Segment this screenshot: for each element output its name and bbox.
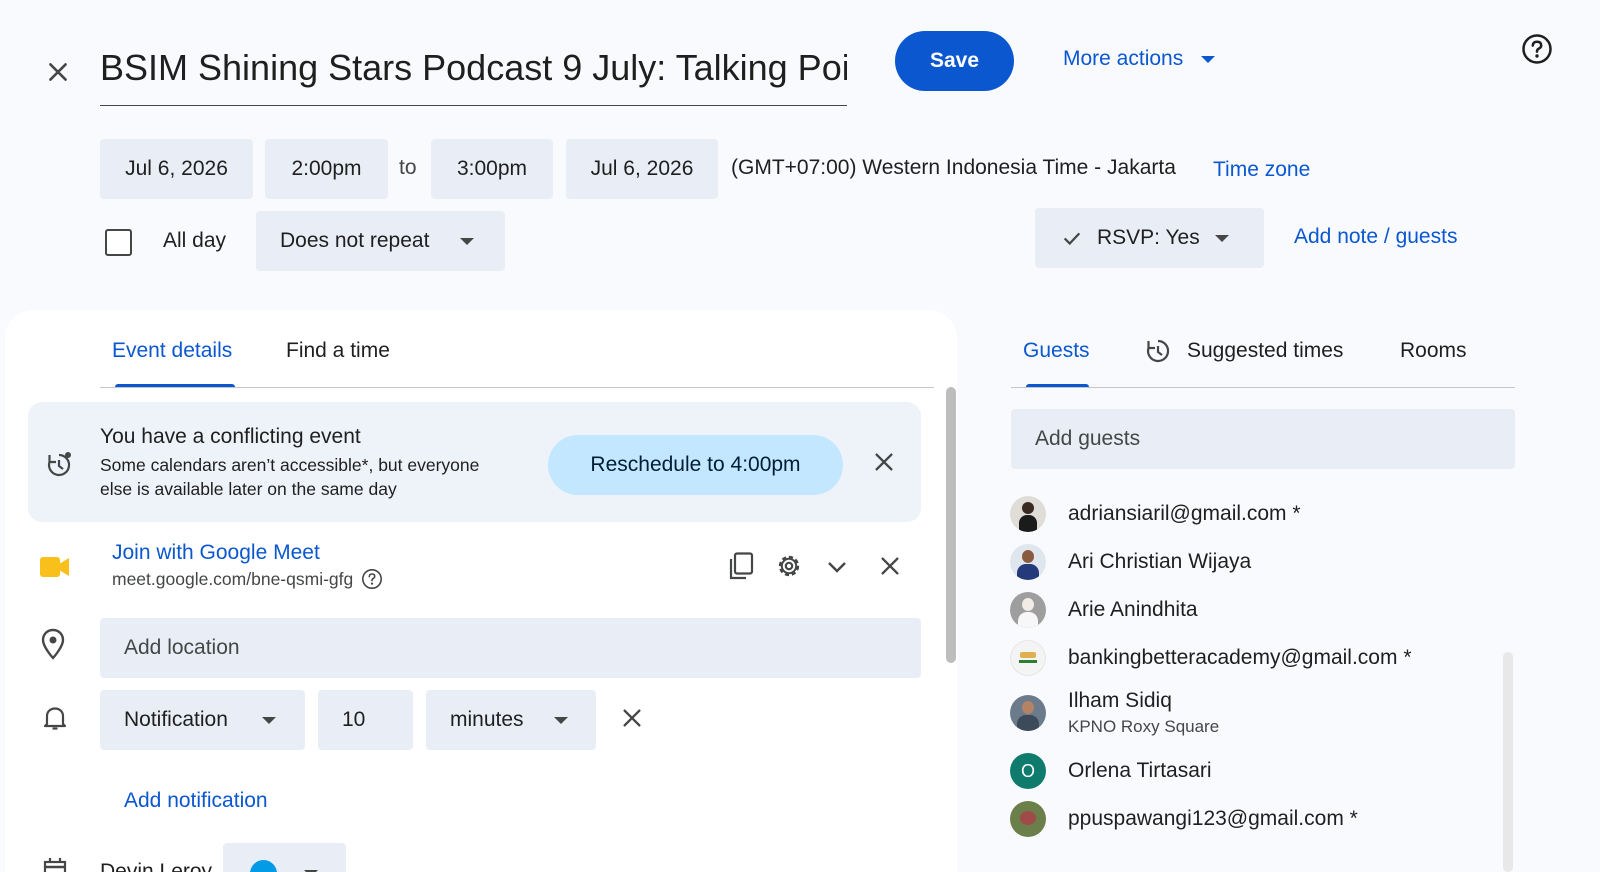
add-notification-link[interactable]: Add notification xyxy=(124,789,268,813)
close-icon[interactable] xyxy=(38,52,78,92)
start-date-chip[interactable]: Jul 6, 2026 xyxy=(100,139,253,199)
chevron-down-icon xyxy=(554,717,568,724)
dismiss-conflict-icon[interactable] xyxy=(869,447,899,477)
location-placeholder: Add location xyxy=(124,636,240,659)
chevron-down-icon xyxy=(1201,55,1216,63)
tab-guests[interactable]: Guests xyxy=(1023,339,1090,363)
meet-url: meet.google.com/bne-qsmi-gfg xyxy=(112,568,383,590)
guests-scrollbar[interactable] xyxy=(1503,652,1513,872)
event-details-panel xyxy=(5,310,957,872)
notification-type-dropdown[interactable]: Notification xyxy=(100,690,305,750)
help-icon[interactable] xyxy=(361,568,383,590)
suggested-times-icon xyxy=(1143,336,1173,366)
tab-find-a-time[interactable]: Find a time xyxy=(286,339,390,363)
rsvp-label: RSVP: Yes xyxy=(1097,226,1200,249)
start-time-chip[interactable]: 2:00pm xyxy=(265,139,388,199)
add-guests-placeholder: Add guests xyxy=(1035,427,1141,450)
guest-name: adriansiaril@gmail.com * xyxy=(1068,502,1301,525)
chevron-down-icon xyxy=(262,717,276,724)
all-day-label: All day xyxy=(163,229,227,252)
to-label: to xyxy=(399,156,417,179)
tabs-divider xyxy=(100,387,934,388)
calendar-owner: Devin Leroy xyxy=(100,860,213,872)
save-label: Save xyxy=(929,49,980,72)
google-meet-icon xyxy=(40,556,70,583)
notification-unit-dropdown[interactable]: minutes xyxy=(426,690,596,750)
avatar xyxy=(1010,640,1046,676)
guest-name: bankingbetteracademy@gmail.com * xyxy=(1068,646,1412,669)
guest-name: ppuspawangi123@gmail.com * xyxy=(1068,807,1358,830)
event-color-dropdown[interactable] xyxy=(223,843,346,872)
repeat-dropdown[interactable]: Does not repeat xyxy=(256,211,505,271)
notification-type-label: Notification xyxy=(124,708,228,731)
avatar xyxy=(1010,544,1046,580)
tab-suggested-times-label: Suggested times xyxy=(1187,339,1344,362)
end-time-chip[interactable]: 3:00pm xyxy=(431,139,553,199)
remove-meet-icon[interactable] xyxy=(875,551,905,581)
reschedule-label: Reschedule to 4:00pm xyxy=(590,453,801,476)
more-actions-button[interactable]: More actions xyxy=(1063,44,1216,74)
avatar xyxy=(1010,496,1046,532)
event-title-text: BSIM Shining Stars Podcast 9 July: Talki… xyxy=(100,47,847,88)
guest-tabs-divider xyxy=(1011,387,1515,388)
notification-unit-label: minutes xyxy=(450,708,524,731)
timezone-link[interactable]: Time zone xyxy=(1213,158,1310,182)
meet-url-text: meet.google.com/bne-qsmi-gfg xyxy=(112,568,354,589)
calendar-icon xyxy=(43,858,67,872)
notification-amount-input[interactable]: 10 xyxy=(318,690,413,750)
tab-rooms[interactable]: Rooms xyxy=(1400,339,1467,363)
event-title-input[interactable]: BSIM Shining Stars Podcast 9 July: Talki… xyxy=(100,40,847,106)
guest-name: Ilham Sidiq xyxy=(1068,689,1172,712)
guest-name: Orlena Tirtasari xyxy=(1068,759,1212,782)
list-item[interactable]: Ilham Sidiq KPNO Roxy Square xyxy=(1010,688,1219,738)
guest-name: Arie Anindhita xyxy=(1068,598,1198,621)
avatar xyxy=(1010,592,1046,628)
join-meet-link[interactable]: Join with Google Meet xyxy=(112,541,320,565)
copy-icon[interactable] xyxy=(725,550,757,582)
conflict-line-2: else is available later on the same day xyxy=(100,479,397,499)
end-date-chip[interactable]: Jul 6, 2026 xyxy=(566,139,718,199)
location-pin-icon xyxy=(41,628,65,665)
schedule-conflict-icon xyxy=(44,450,74,485)
list-item[interactable]: ppuspawangi123@gmail.com * xyxy=(1010,801,1358,837)
avatar: O xyxy=(1010,753,1046,789)
gear-icon[interactable] xyxy=(773,550,805,582)
more-actions-label: More actions xyxy=(1063,47,1184,70)
add-note-guests-link[interactable]: Add note / guests xyxy=(1294,225,1457,249)
details-scrollbar[interactable] xyxy=(946,387,956,663)
timezone-text: (GMT+07:00) Western Indonesia Time - Jak… xyxy=(731,156,1176,179)
list-item[interactable]: bankingbetteracademy@gmail.com * xyxy=(1010,640,1412,676)
color-swatch xyxy=(250,859,277,872)
rsvp-dropdown[interactable]: RSVP: Yes xyxy=(1035,208,1264,268)
check-icon xyxy=(1061,227,1083,249)
tab-suggested-times[interactable]: Suggested times xyxy=(1143,336,1343,366)
list-item[interactable]: adriansiaril@gmail.com * xyxy=(1010,496,1301,532)
conflict-line-1: Some calendars aren’t accessible*, but e… xyxy=(100,455,480,475)
remove-notification-icon[interactable] xyxy=(617,703,647,733)
notification-amount-value: 10 xyxy=(342,708,366,731)
chevron-down-icon xyxy=(1215,235,1229,242)
chevron-down-icon[interactable] xyxy=(822,552,852,582)
location-input[interactable]: Add location xyxy=(100,618,921,678)
guest-name: Ari Christian Wijaya xyxy=(1068,550,1252,573)
avatar xyxy=(1010,695,1046,731)
help-icon[interactable] xyxy=(1519,31,1555,67)
guest-subtitle: KPNO Roxy Square xyxy=(1068,717,1220,736)
reschedule-button[interactable]: Reschedule to 4:00pm xyxy=(548,435,843,495)
save-button[interactable]: Save xyxy=(895,31,1014,91)
list-item[interactable]: Ari Christian Wijaya xyxy=(1010,544,1251,580)
list-item[interactable]: Arie Anindhita xyxy=(1010,592,1198,628)
chevron-down-icon xyxy=(460,238,474,245)
repeat-label: Does not repeat xyxy=(280,229,430,252)
tab-event-details[interactable]: Event details xyxy=(112,339,232,363)
avatar xyxy=(1010,801,1046,837)
conflict-title: You have a conflicting event xyxy=(100,425,361,448)
list-item[interactable]: O Orlena Tirtasari xyxy=(1010,753,1212,789)
all-day-checkbox[interactable] xyxy=(105,229,132,256)
avatar-initial: O xyxy=(1020,760,1035,781)
add-guests-input[interactable]: Add guests xyxy=(1011,409,1515,469)
bell-icon xyxy=(43,705,67,736)
